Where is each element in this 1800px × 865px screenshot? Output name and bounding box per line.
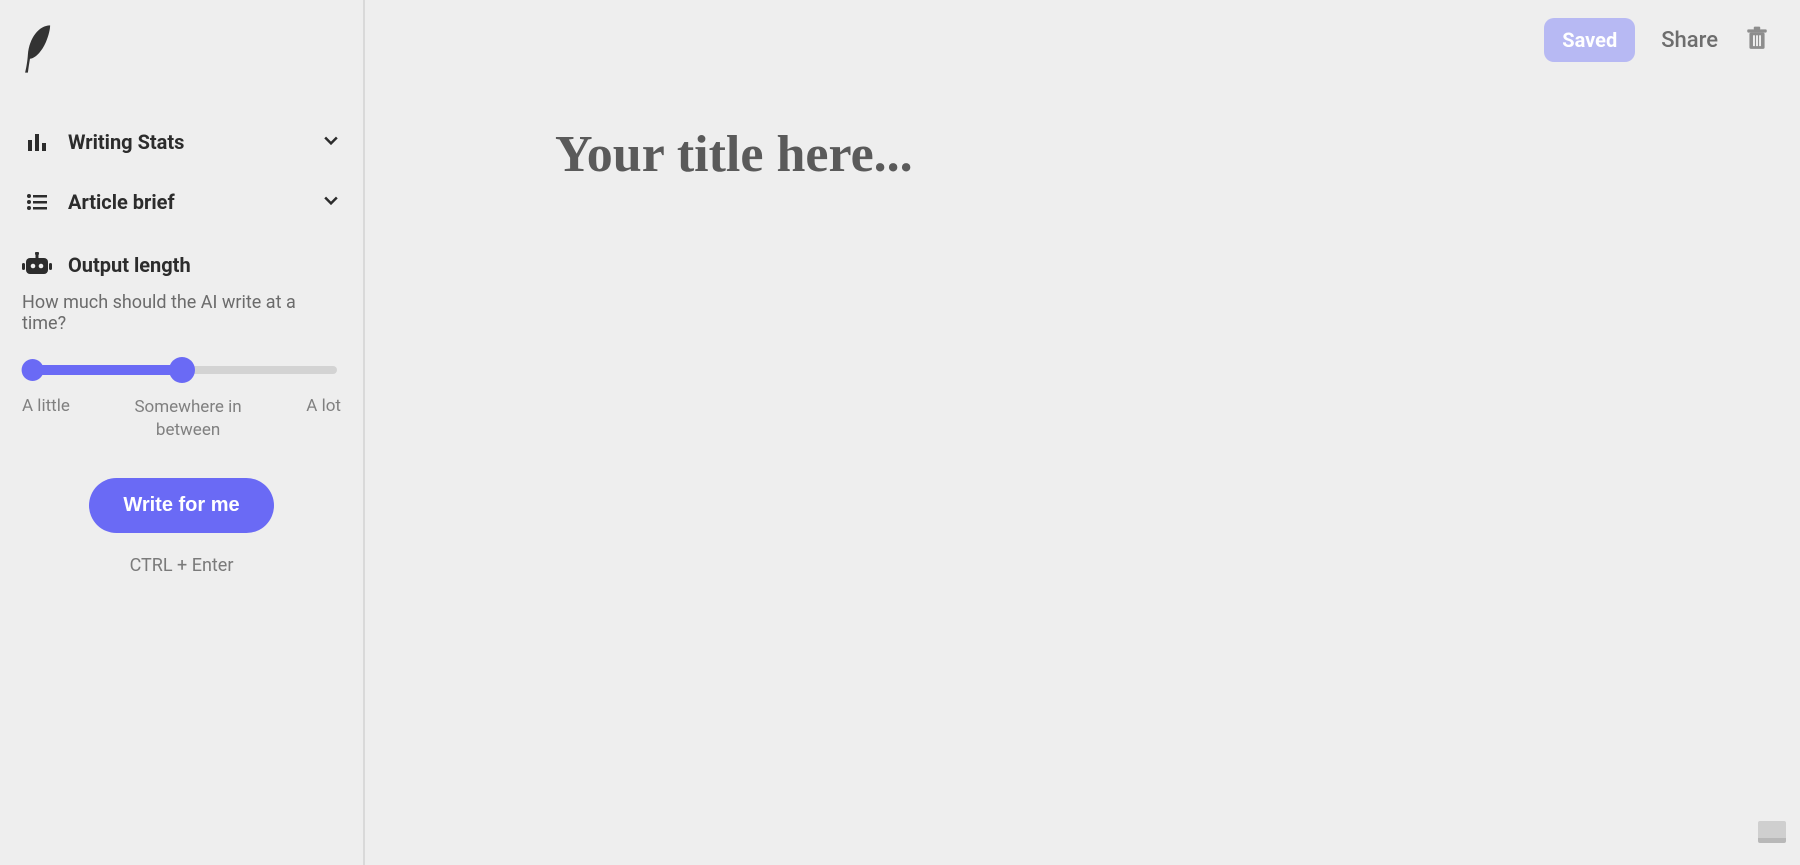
- output-length-subtitle: How much should the AI write at a time?: [22, 286, 341, 352]
- slider-label-mid: Somewhere in between: [74, 396, 302, 442]
- share-button[interactable]: Share: [1661, 28, 1718, 53]
- bar-chart-icon: [22, 130, 52, 154]
- robot-icon: [22, 252, 52, 278]
- saved-status-chip: Saved: [1544, 18, 1635, 62]
- title-input[interactable]: [555, 125, 1730, 184]
- sidebar-section-writing-stats[interactable]: Writing Stats: [22, 112, 341, 172]
- feather-icon: [22, 59, 56, 78]
- chevron-down-icon: [321, 190, 341, 214]
- trash-icon[interactable]: [1744, 23, 1770, 57]
- output-length-title: Output length: [68, 253, 191, 277]
- output-length-block: Output length How much should the AI wri…: [22, 232, 341, 576]
- slider-labels: A little Somewhere in between A lot: [22, 396, 341, 442]
- slider-label-min: A little: [22, 396, 70, 416]
- shortcut-hint: CTRL + Enter: [22, 555, 341, 576]
- sidebar-section-label: Writing Stats: [68, 130, 305, 154]
- chevron-down-icon: [321, 130, 341, 154]
- sidebar: Writing Stats Article brief: [0, 0, 365, 865]
- write-for-me-button[interactable]: Write for me: [89, 478, 273, 533]
- app-logo: [22, 18, 341, 112]
- sidebar-section-article-brief[interactable]: Article brief: [22, 172, 341, 232]
- top-toolbar: Saved Share: [1544, 18, 1770, 62]
- sidebar-section-label: Article brief: [68, 190, 305, 214]
- list-icon: [22, 190, 52, 214]
- note-icon[interactable]: [1758, 821, 1786, 843]
- output-length-slider[interactable]: [26, 362, 337, 378]
- editor-area: Saved Share: [365, 0, 1800, 865]
- slider-label-max: A lot: [306, 396, 341, 416]
